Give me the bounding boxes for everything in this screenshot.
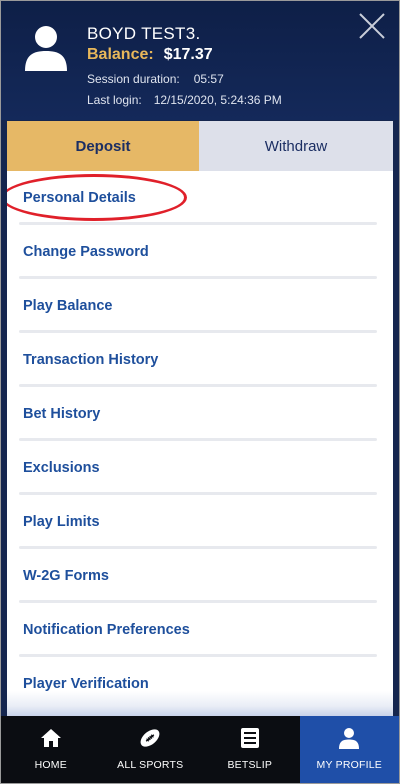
session-duration-value: 05:57 [193, 72, 224, 86]
menu-item-personal-details[interactable]: Personal Details [7, 171, 393, 225]
menu-item-label: Play Balance [23, 298, 113, 314]
menu-item-bet-history[interactable]: Bet History [7, 387, 393, 441]
nav-all-sports-label: ALL SPORTS [117, 759, 184, 771]
user-avatar-icon [25, 26, 67, 71]
tab-deposit[interactable]: Deposit [7, 121, 199, 171]
nav-home[interactable]: HOME [1, 716, 101, 783]
menu-item-label: Notification Preferences [23, 622, 190, 638]
nav-my-profile[interactable]: MY PROFILE [299, 716, 399, 783]
menu-item-w2g-forms[interactable]: W-2G Forms [7, 549, 393, 603]
betslip-icon [240, 728, 259, 748]
nav-my-profile-label: MY PROFILE [316, 759, 382, 771]
menu-item-label: Exclusions [23, 460, 100, 476]
menu-item-label: W-2G Forms [23, 568, 109, 584]
tab-deposit-label: Deposit [75, 137, 131, 155]
menu-item-notification-preferences[interactable]: Notification Preferences [7, 603, 393, 657]
bottom-nav: HOME ALL SPORTS BETSLIP MY PROFILE [1, 716, 399, 783]
last-login: Last login: 12/15/2020, 5:24:36 PM [87, 93, 282, 107]
menu-item-transaction-history[interactable]: Transaction History [7, 333, 393, 387]
user-name: BOYD TEST3. [87, 24, 201, 43]
home-icon [40, 729, 61, 747]
profile-icon [339, 728, 360, 749]
balance-row: Balance: $17.37 [87, 46, 213, 64]
menu-item-play-balance[interactable]: Play Balance [7, 279, 393, 333]
tab-withdraw[interactable]: Withdraw [199, 121, 393, 171]
menu-item-label: Transaction History [23, 352, 159, 368]
profile-menu: Personal Details Change Password Play Ba… [7, 171, 393, 716]
menu-item-player-verification[interactable]: Player Verification [7, 657, 393, 711]
close-icon[interactable] [357, 11, 387, 41]
app-frame: BOYD TEST3. Balance: $17.37 Session durat… [0, 0, 400, 784]
menu-item-label: Change Password [23, 244, 149, 260]
balance-label: Balance: [87, 46, 154, 63]
nav-all-sports[interactable]: ALL SPORTS [101, 716, 201, 783]
menu-item-change-password[interactable]: Change Password [7, 225, 393, 279]
menu-item-play-limits[interactable]: Play Limits [7, 495, 393, 549]
menu-item-label: Player Verification [23, 676, 149, 692]
football-icon [140, 729, 160, 747]
session-duration: Session duration: 05:57 [87, 72, 224, 86]
nav-betslip[interactable]: BETSLIP [200, 716, 300, 783]
menu-item-label: Play Limits [23, 514, 100, 530]
profile-header: BOYD TEST3. Balance: $17.37 Session durat… [1, 1, 399, 120]
menu-item-label: Personal Details [23, 190, 136, 206]
nav-betslip-label: BETSLIP [227, 759, 273, 771]
menu-item-label: Bet History [23, 406, 101, 422]
deposit-withdraw-tabs: Deposit Withdraw [7, 121, 393, 171]
tab-withdraw-label: Withdraw [264, 137, 328, 155]
session-duration-label: Session duration: [87, 72, 180, 86]
nav-home-label: HOME [34, 759, 67, 771]
last-login-label: Last login: [87, 93, 142, 107]
last-login-value: 12/15/2020, 5:24:36 PM [153, 93, 282, 107]
menu-item-exclusions[interactable]: Exclusions [7, 441, 393, 495]
balance-value: $17.37 [163, 46, 213, 63]
